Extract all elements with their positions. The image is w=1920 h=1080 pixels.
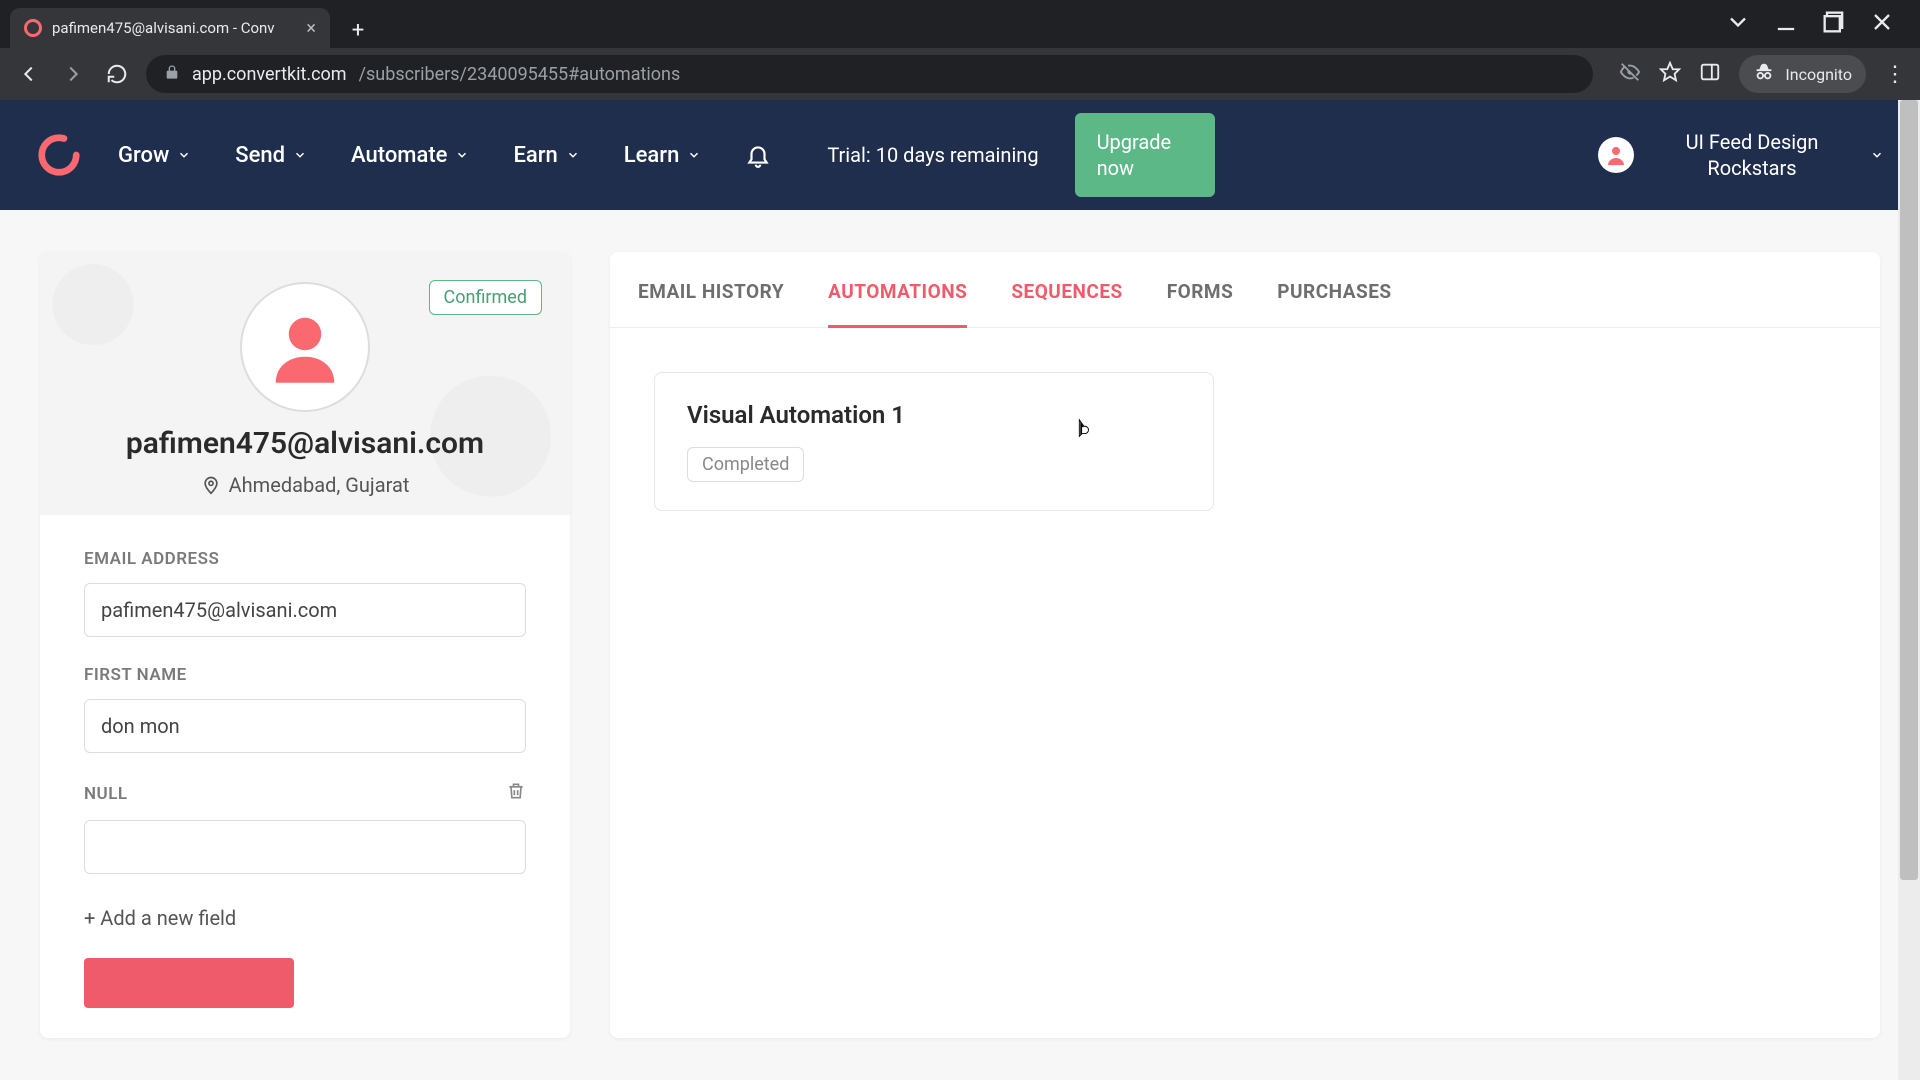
location-pin-icon — [201, 475, 221, 495]
nav-learn[interactable]: Learn — [624, 143, 702, 168]
incognito-label: Incognito — [1785, 65, 1852, 84]
delete-field-icon[interactable] — [506, 781, 526, 806]
chevron-down-icon — [293, 148, 307, 162]
detail-tabs: EMAIL HISTORY AUTOMATIONS SEQUENCES FORM… — [610, 252, 1880, 328]
forward-button[interactable] — [58, 59, 88, 89]
browser-tab[interactable]: pafimen475@alvisani.com - Conv × — [10, 8, 330, 48]
trial-status: Trial: 10 days remaining — [827, 142, 1038, 169]
tab-search-icon[interactable] — [1724, 8, 1752, 40]
tab-forms[interactable]: FORMS — [1167, 280, 1234, 327]
chevron-down-icon — [566, 148, 580, 162]
account-menu[interactable]: UI Feed Design Rockstars — [1598, 129, 1884, 181]
tab-sequences[interactable]: SEQUENCES — [1011, 280, 1122, 327]
convertkit-favicon-icon — [24, 19, 42, 37]
add-field-button[interactable]: + Add a new field — [84, 906, 526, 930]
email-field[interactable] — [84, 583, 526, 637]
chevron-down-icon — [177, 148, 191, 162]
location-text: Ahmedabad, Gujarat — [229, 473, 410, 497]
subscriber-location: Ahmedabad, Gujarat — [68, 473, 542, 497]
incognito-icon — [1753, 61, 1775, 87]
nav-automate[interactable]: Automate — [351, 143, 469, 168]
incognito-badge[interactable]: Incognito — [1739, 55, 1866, 93]
scrollbar-thumb[interactable] — [1900, 100, 1918, 880]
maximize-button[interactable] — [1820, 8, 1848, 40]
first-name-field[interactable] — [84, 699, 526, 753]
email-field-label: EMAIL ADDRESS — [84, 549, 526, 569]
subscriber-avatar-icon — [240, 282, 370, 412]
subscriber-sidebar: Confirmed pafimen475@alvisani.com Ahmeda… — [40, 252, 570, 1038]
tab-automations[interactable]: AUTOMATIONS — [828, 280, 967, 327]
chevron-down-icon — [1870, 148, 1884, 162]
account-name: UI Feed Design Rockstars — [1652, 129, 1852, 181]
chevron-down-icon — [687, 148, 701, 162]
back-button[interactable] — [14, 59, 44, 89]
null-field-label: NULL — [84, 781, 526, 806]
vertical-scrollbar[interactable] — [1898, 100, 1920, 1080]
side-panel-icon[interactable] — [1699, 61, 1721, 87]
reload-button[interactable] — [102, 59, 132, 89]
new-tab-button[interactable]: + — [340, 12, 376, 48]
notifications-bell-icon[interactable] — [745, 142, 771, 168]
nav-automate-label: Automate — [351, 143, 447, 168]
nav-grow-label: Grow — [118, 143, 169, 168]
upgrade-button[interactable]: Upgrade now — [1075, 113, 1215, 197]
tab-title: pafimen475@alvisani.com - Conv — [52, 19, 296, 37]
tab-email-history[interactable]: EMAIL HISTORY — [638, 280, 784, 327]
nav-learn-label: Learn — [624, 143, 680, 168]
automation-card-status: Completed — [687, 447, 804, 482]
automation-card[interactable]: Visual Automation 1 Completed — [654, 372, 1214, 511]
lock-icon — [164, 64, 180, 85]
null-field[interactable] — [84, 820, 526, 874]
automation-card-title: Visual Automation 1 — [687, 401, 1181, 429]
close-tab-icon[interactable]: × — [306, 18, 316, 39]
url-host: app.convertkit.com — [192, 64, 347, 85]
status-badge: Confirmed — [429, 280, 542, 315]
convertkit-logo-icon[interactable] — [36, 132, 82, 178]
tab-purchases[interactable]: PURCHASES — [1277, 280, 1391, 327]
browser-menu-button[interactable]: ⋮ — [1884, 62, 1906, 87]
subscriber-detail-main: EMAIL HISTORY AUTOMATIONS SEQUENCES FORM… — [610, 252, 1880, 1038]
close-window-button[interactable] — [1868, 8, 1896, 40]
first-name-field-label: FIRST NAME — [84, 665, 526, 685]
address-bar[interactable]: app.convertkit.com/subscribers/234009545… — [146, 55, 1593, 93]
bookmark-star-icon[interactable] — [1659, 61, 1681, 87]
account-avatar-icon — [1598, 137, 1634, 173]
nav-earn-label: Earn — [513, 143, 557, 168]
nav-send[interactable]: Send — [235, 143, 307, 168]
app-header: Grow Send Automate Earn Learn Trial: 10 … — [0, 100, 1920, 210]
null-field-label-text: NULL — [84, 784, 128, 804]
nav-grow[interactable]: Grow — [118, 143, 191, 168]
chevron-down-icon — [455, 148, 469, 162]
url-path: /subscribers/2340095455#automations — [359, 64, 681, 85]
nav-earn[interactable]: Earn — [513, 143, 579, 168]
nav-send-label: Send — [235, 143, 285, 168]
eye-off-icon[interactable] — [1619, 61, 1641, 87]
minimize-button[interactable] — [1772, 8, 1800, 40]
subscriber-email-heading: pafimen475@alvisani.com — [68, 426, 542, 461]
primary-action-button[interactable] — [84, 958, 294, 1008]
